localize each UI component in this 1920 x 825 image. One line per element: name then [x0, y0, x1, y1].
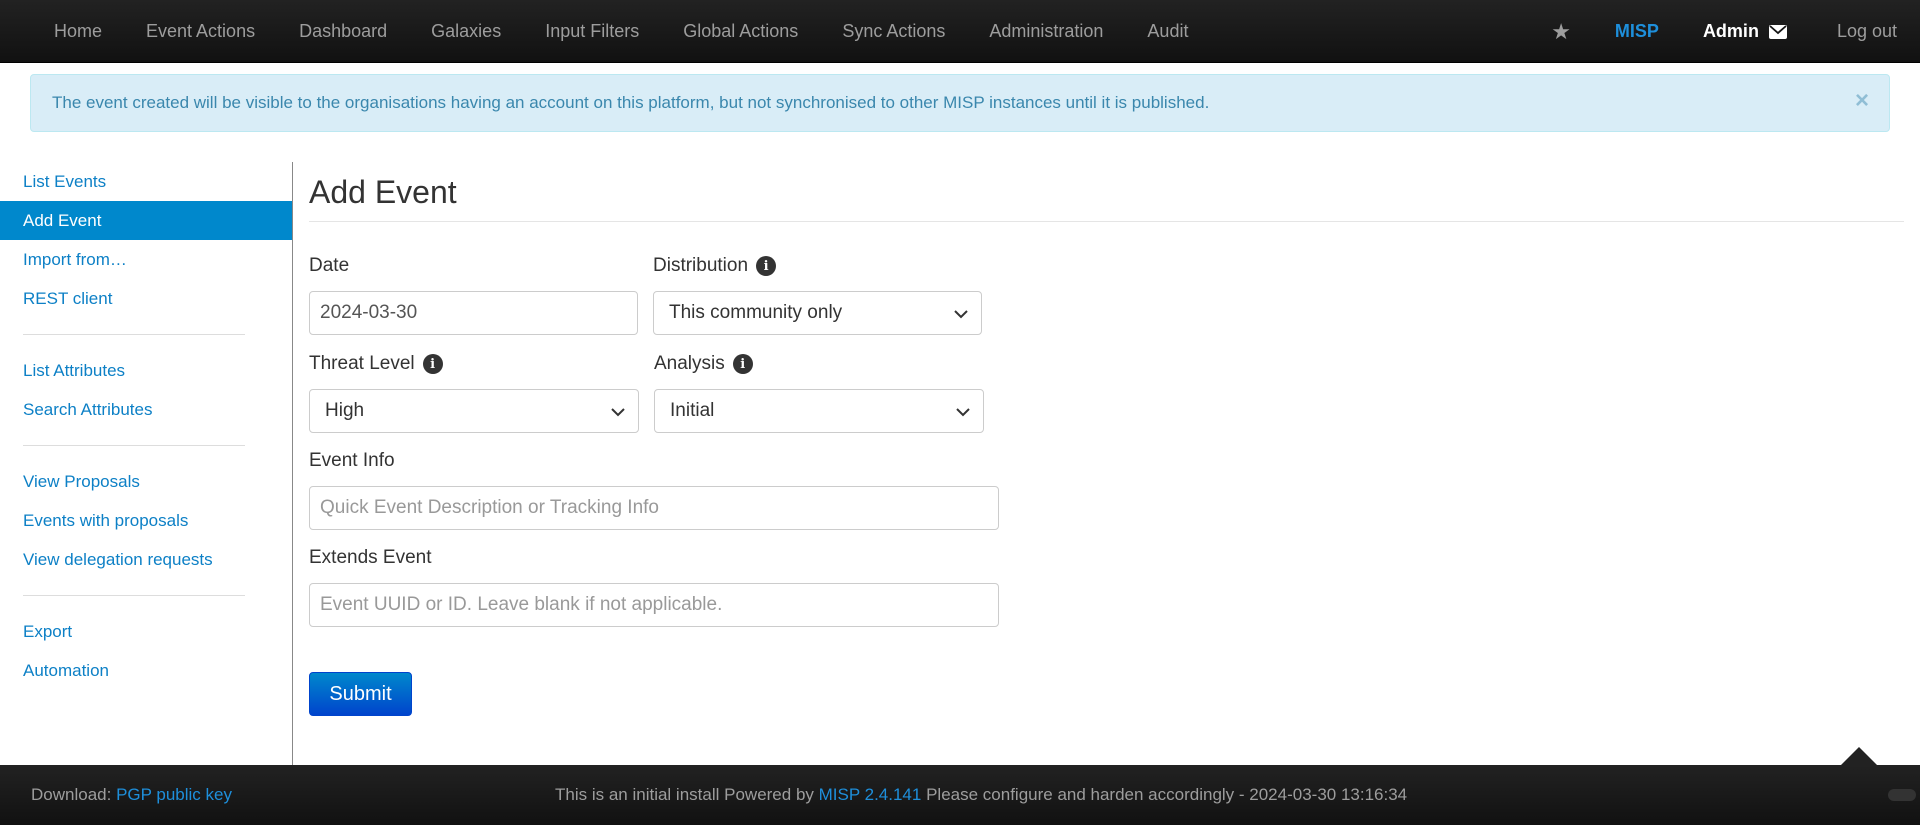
submit-button[interactable]: Submit: [309, 672, 412, 716]
nav-org-link[interactable]: MISP: [1593, 21, 1681, 42]
close-icon[interactable]: ×: [1855, 87, 1869, 115]
harden-text: Please configure and harden accordingly …: [926, 785, 1408, 804]
side-menu: List Events Add Event Import from… REST …: [0, 162, 293, 765]
analysis-label: Analysis i: [654, 353, 753, 375]
download-label: Download:: [31, 785, 112, 804]
sidebar-item-events-with-proposals[interactable]: Events with proposals: [0, 501, 292, 540]
footer-toggle[interactable]: [1888, 789, 1916, 801]
alert-message: The event created will be visible to the…: [52, 93, 1210, 112]
footer-download: Download: PGP public key: [31, 765, 232, 825]
extends-event-input[interactable]: Event UUID or ID. Leave blank if not app…: [309, 583, 999, 627]
nav-home[interactable]: Home: [32, 0, 124, 63]
sidebar-item-import-from[interactable]: Import from…: [0, 240, 292, 279]
event-info-input[interactable]: Quick Event Description or Tracking Info: [309, 486, 999, 530]
nav-sync-actions[interactable]: Sync Actions: [820, 0, 967, 63]
analysis-select-value: Initial: [670, 400, 715, 421]
threat-level-label-text: Threat Level: [309, 353, 415, 374]
scroll-top-icon[interactable]: [1841, 747, 1877, 765]
distribution-label: Distribution i: [653, 255, 777, 277]
footer-install-info: This is an initial install Powered by MI…: [555, 765, 1407, 825]
nav-user-area: ★ MISP Admin Log out: [1529, 0, 1920, 63]
chevron-down-icon: [611, 408, 625, 417]
sidebar-item-view-proposals[interactable]: View Proposals: [0, 462, 292, 501]
sidebar-item-automation[interactable]: Automation: [0, 651, 292, 690]
date-label-text: Date: [309, 255, 350, 276]
nav-user-link[interactable]: Admin: [1681, 21, 1769, 42]
nav-menu: Home Event Actions Dashboard Galaxies In…: [32, 0, 1210, 63]
nav-event-actions[interactable]: Event Actions: [124, 0, 277, 63]
chevron-down-icon: [956, 408, 970, 417]
top-navbar: Home Event Actions Dashboard Galaxies In…: [0, 0, 1920, 63]
nav-audit[interactable]: Audit: [1125, 0, 1210, 63]
sidebar-item-add-event[interactable]: Add Event: [0, 201, 292, 240]
threat-level-select[interactable]: High: [309, 389, 639, 433]
page-title: Add Event: [309, 162, 1904, 222]
distribution-select[interactable]: This community only: [653, 291, 982, 335]
sidebar-divider: [23, 595, 245, 596]
event-info-label: Event Info: [309, 450, 395, 472]
analysis-select[interactable]: Initial: [654, 389, 984, 433]
sidebar-item-list-attributes[interactable]: List Attributes: [0, 351, 292, 390]
misp-version-link[interactable]: MISP 2.4.141: [819, 785, 922, 805]
star-icon[interactable]: ★: [1529, 19, 1593, 45]
info-icon[interactable]: i: [756, 256, 777, 276]
pgp-key-link[interactable]: PGP public key: [116, 785, 232, 805]
nav-galaxies[interactable]: Galaxies: [409, 0, 523, 63]
threat-level-select-value: High: [325, 400, 365, 421]
sidebar-item-list-events[interactable]: List Events: [0, 162, 292, 201]
sidebar-item-view-delegation-requests[interactable]: View delegation requests: [0, 540, 292, 579]
extends-event-label-text: Extends Event: [309, 547, 432, 568]
nav-global-actions[interactable]: Global Actions: [661, 0, 820, 63]
sidebar-divider: [23, 445, 245, 446]
info-icon[interactable]: i: [422, 354, 443, 374]
distribution-label-text: Distribution: [653, 255, 749, 276]
extends-event-label: Extends Event: [309, 547, 432, 569]
analysis-label-text: Analysis: [654, 353, 725, 374]
distribution-select-value: This community only: [669, 302, 843, 323]
date-input[interactable]: 2024-03-30: [309, 291, 638, 335]
info-icon[interactable]: i: [732, 354, 753, 374]
footer: Download: PGP public key This is an init…: [0, 765, 1920, 825]
sidebar-item-export[interactable]: Export: [0, 612, 292, 651]
sidebar-item-rest-client[interactable]: REST client: [0, 279, 292, 318]
event-info-label-text: Event Info: [309, 450, 395, 471]
sidebar-divider: [23, 334, 245, 335]
nav-dashboard[interactable]: Dashboard: [277, 0, 409, 63]
logout-link[interactable]: Log out: [1809, 21, 1920, 42]
threat-level-label: Threat Level i: [309, 353, 443, 375]
nav-administration[interactable]: Administration: [967, 0, 1125, 63]
chevron-down-icon: [954, 310, 968, 319]
add-event-form: Add Event Date 2024-03-30 Distribution i…: [309, 162, 1904, 716]
info-alert: The event created will be visible to the…: [30, 74, 1890, 132]
nav-input-filters[interactable]: Input Filters: [523, 0, 661, 63]
sidebar-item-search-attributes[interactable]: Search Attributes: [0, 390, 292, 429]
install-text: This is an initial install Powered by: [555, 785, 814, 804]
envelope-icon[interactable]: [1768, 24, 1809, 39]
date-label: Date: [309, 255, 349, 277]
